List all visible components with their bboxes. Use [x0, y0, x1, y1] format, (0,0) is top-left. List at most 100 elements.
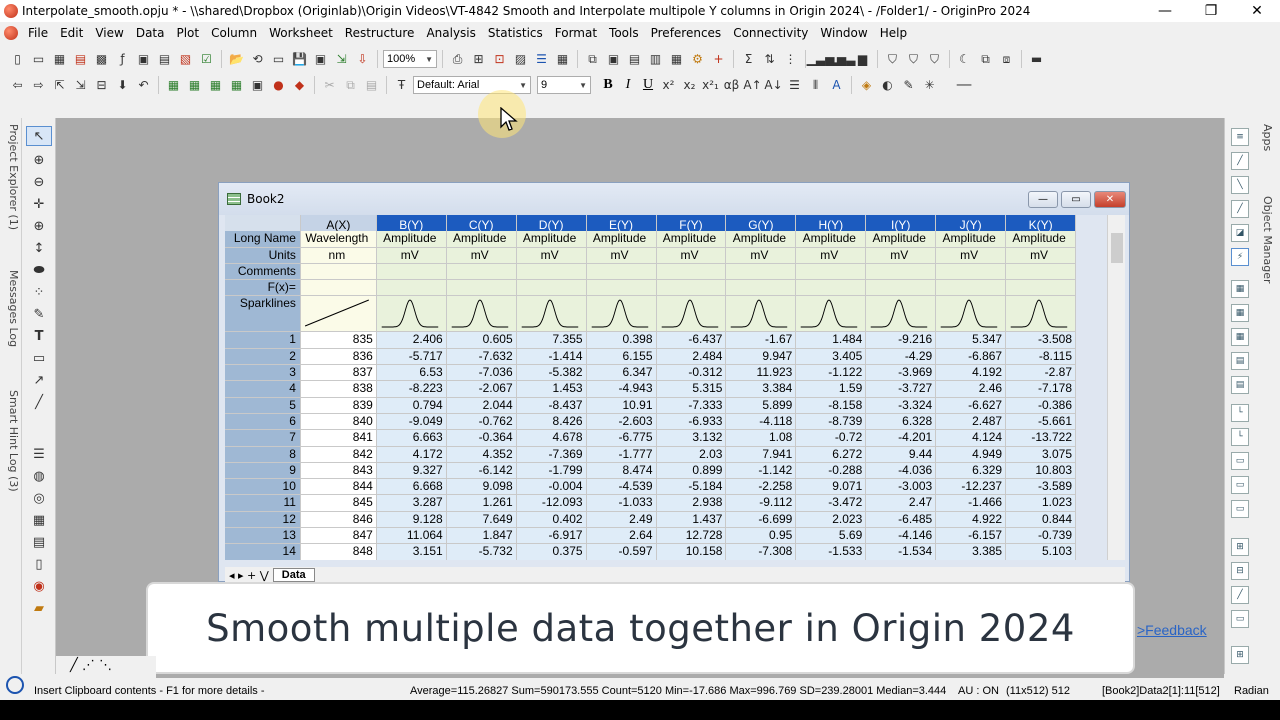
- menu-format[interactable]: Format: [549, 26, 603, 40]
- workbook-close-button[interactable]: ✕: [1094, 190, 1126, 208]
- label-row-header[interactable]: Comments: [225, 263, 301, 281]
- data-cell[interactable]: 3.151: [376, 544, 447, 560]
- recent-icon[interactable]: ⟲: [248, 50, 267, 69]
- data-cell[interactable]: 3.132: [656, 430, 727, 447]
- menu-window[interactable]: Window: [814, 26, 873, 40]
- data-cell[interactable]: -2.87: [1006, 365, 1076, 382]
- label-cell[interactable]: [300, 263, 377, 281]
- sparkline-icon[interactable]: ⚡: [1231, 248, 1249, 266]
- row-number[interactable]: 9: [225, 462, 301, 480]
- label-cell[interactable]: mV: [866, 247, 937, 264]
- data-cell[interactable]: -0.386: [1006, 397, 1076, 414]
- add-sheet-icon[interactable]: ▦: [185, 76, 204, 95]
- plot-d-icon[interactable]: ▭: [1231, 476, 1249, 494]
- menu-worksheet[interactable]: Worksheet: [263, 26, 339, 40]
- data-cell[interactable]: -3.003: [866, 479, 937, 496]
- data-selector-icon[interactable]: ↕: [26, 238, 52, 258]
- fill-icon[interactable]: ⋮: [781, 50, 800, 69]
- align-icon[interactable]: ☰: [785, 76, 804, 95]
- label-cell[interactable]: [1006, 280, 1076, 297]
- data-cell[interactable]: 2.023: [796, 511, 867, 529]
- arrow-tool-icon[interactable]: ↗: [26, 370, 52, 390]
- graph-object-icon[interactable]: ◆: [290, 76, 309, 95]
- data-cell[interactable]: -0.72: [796, 430, 867, 447]
- superscript-icon[interactable]: x²: [659, 76, 678, 95]
- row-number[interactable]: 4: [225, 381, 301, 398]
- stat-chart-icon[interactable]: ▆: [853, 50, 872, 69]
- new-notes-icon[interactable]: ▤: [155, 50, 174, 69]
- data-cell[interactable]: 11.064: [376, 528, 447, 545]
- data-cell[interactable]: -3.969: [866, 365, 937, 382]
- new-report-icon[interactable]: ▧: [176, 50, 195, 69]
- sparklines-row-header[interactable]: Sparklines: [225, 296, 301, 333]
- label-cell[interactable]: mV: [376, 247, 447, 264]
- data-cell[interactable]: -9.216: [866, 332, 937, 349]
- arrange-icon[interactable]: ≡: [1231, 128, 1249, 146]
- vertical-scrollbar[interactable]: [1107, 215, 1125, 560]
- column-width-icon[interactable]: ⦀: [806, 76, 825, 95]
- sparkline-cell[interactable]: [446, 296, 517, 333]
- menu-data[interactable]: Data: [130, 26, 171, 40]
- data-cell[interactable]: 835: [300, 332, 377, 349]
- menu-edit[interactable]: Edit: [54, 26, 89, 40]
- folder-object-icon[interactable]: ▰: [26, 598, 52, 618]
- script-window-icon[interactable]: ▤: [625, 50, 644, 69]
- label-cell[interactable]: Amplitude: [726, 231, 797, 248]
- data-cell[interactable]: 8.474: [586, 462, 657, 480]
- data-cell[interactable]: -5.382: [516, 365, 587, 382]
- moon-icon[interactable]: ☾: [955, 50, 974, 69]
- data-cell[interactable]: -0.312: [656, 365, 727, 382]
- data-cell[interactable]: 846: [300, 511, 377, 529]
- label-cell[interactable]: Amplitude: [796, 231, 867, 248]
- project-explorer-icon[interactable]: ⧉: [583, 50, 602, 69]
- save-project-icon[interactable]: 💾: [290, 50, 309, 69]
- data-cell[interactable]: 5.69: [796, 528, 867, 545]
- data-cell[interactable]: -7.632: [446, 348, 517, 366]
- data-cell[interactable]: -6.142: [446, 462, 517, 480]
- data-cell[interactable]: -2.258: [726, 479, 797, 496]
- menu-tools[interactable]: Tools: [603, 26, 645, 40]
- data-cell[interactable]: 5.315: [656, 381, 727, 398]
- data-cell[interactable]: 843: [300, 462, 377, 480]
- label-cell[interactable]: [300, 280, 377, 297]
- status-angle-unit[interactable]: Radian: [1234, 685, 1274, 697]
- label-cell[interactable]: mV: [796, 247, 867, 264]
- label-cell[interactable]: [586, 263, 657, 281]
- data-cell[interactable]: -12.237: [936, 479, 1007, 496]
- pin-icon[interactable]: ⬇: [113, 76, 132, 95]
- data-cell[interactable]: -4.118: [726, 413, 797, 431]
- data-cell[interactable]: -6.775: [586, 430, 657, 447]
- greek-icon[interactable]: αβ: [722, 76, 741, 95]
- data-cell[interactable]: -7.036: [446, 365, 517, 382]
- font-color-icon[interactable]: A: [827, 76, 846, 95]
- data-cell[interactable]: -2.603: [586, 413, 657, 431]
- data-cell[interactable]: -1.122: [796, 365, 867, 382]
- row-number[interactable]: 10: [225, 479, 301, 496]
- data-cell[interactable]: 840: [300, 413, 377, 431]
- label-cell[interactable]: [446, 280, 517, 297]
- label-cell[interactable]: [656, 280, 727, 297]
- decrease-font-icon[interactable]: A↓: [764, 76, 783, 95]
- data-cell[interactable]: 9.947: [726, 348, 797, 366]
- data-cell[interactable]: 6.668: [376, 479, 447, 496]
- data-cell[interactable]: 7.355: [516, 332, 587, 349]
- region-icon[interactable]: ⬬: [26, 260, 52, 280]
- data-cell[interactable]: -3.589: [1006, 479, 1076, 496]
- label-cell[interactable]: mV: [936, 247, 1007, 264]
- data-cell[interactable]: -6.933: [656, 413, 727, 431]
- chart-object-icon[interactable]: ◎: [26, 488, 52, 508]
- label-cell[interactable]: [726, 263, 797, 281]
- label-cell[interactable]: Amplitude: [1006, 231, 1076, 248]
- data-cell[interactable]: 0.95: [726, 528, 797, 545]
- data-cell[interactable]: 2.47: [866, 495, 937, 512]
- line-style-icon[interactable]: ✳: [920, 76, 939, 95]
- grid-a-icon[interactable]: ▦: [1231, 280, 1249, 298]
- minimize-button[interactable]: —: [1142, 3, 1188, 19]
- data-cell[interactable]: -4.943: [586, 381, 657, 398]
- data-cell[interactable]: 2.938: [656, 495, 727, 512]
- data-cell[interactable]: -9.049: [376, 413, 447, 431]
- data-cell[interactable]: -0.739: [1006, 528, 1076, 545]
- data-cell[interactable]: -0.364: [446, 430, 517, 447]
- worksheet-grid[interactable]: A(X) B(Y) C(Y) D(Y) E(Y) F(Y) G(Y) H(Y) I(Y) J(Y)…: [225, 215, 1076, 560]
- sheet-tab-data[interactable]: Data: [272, 568, 315, 582]
